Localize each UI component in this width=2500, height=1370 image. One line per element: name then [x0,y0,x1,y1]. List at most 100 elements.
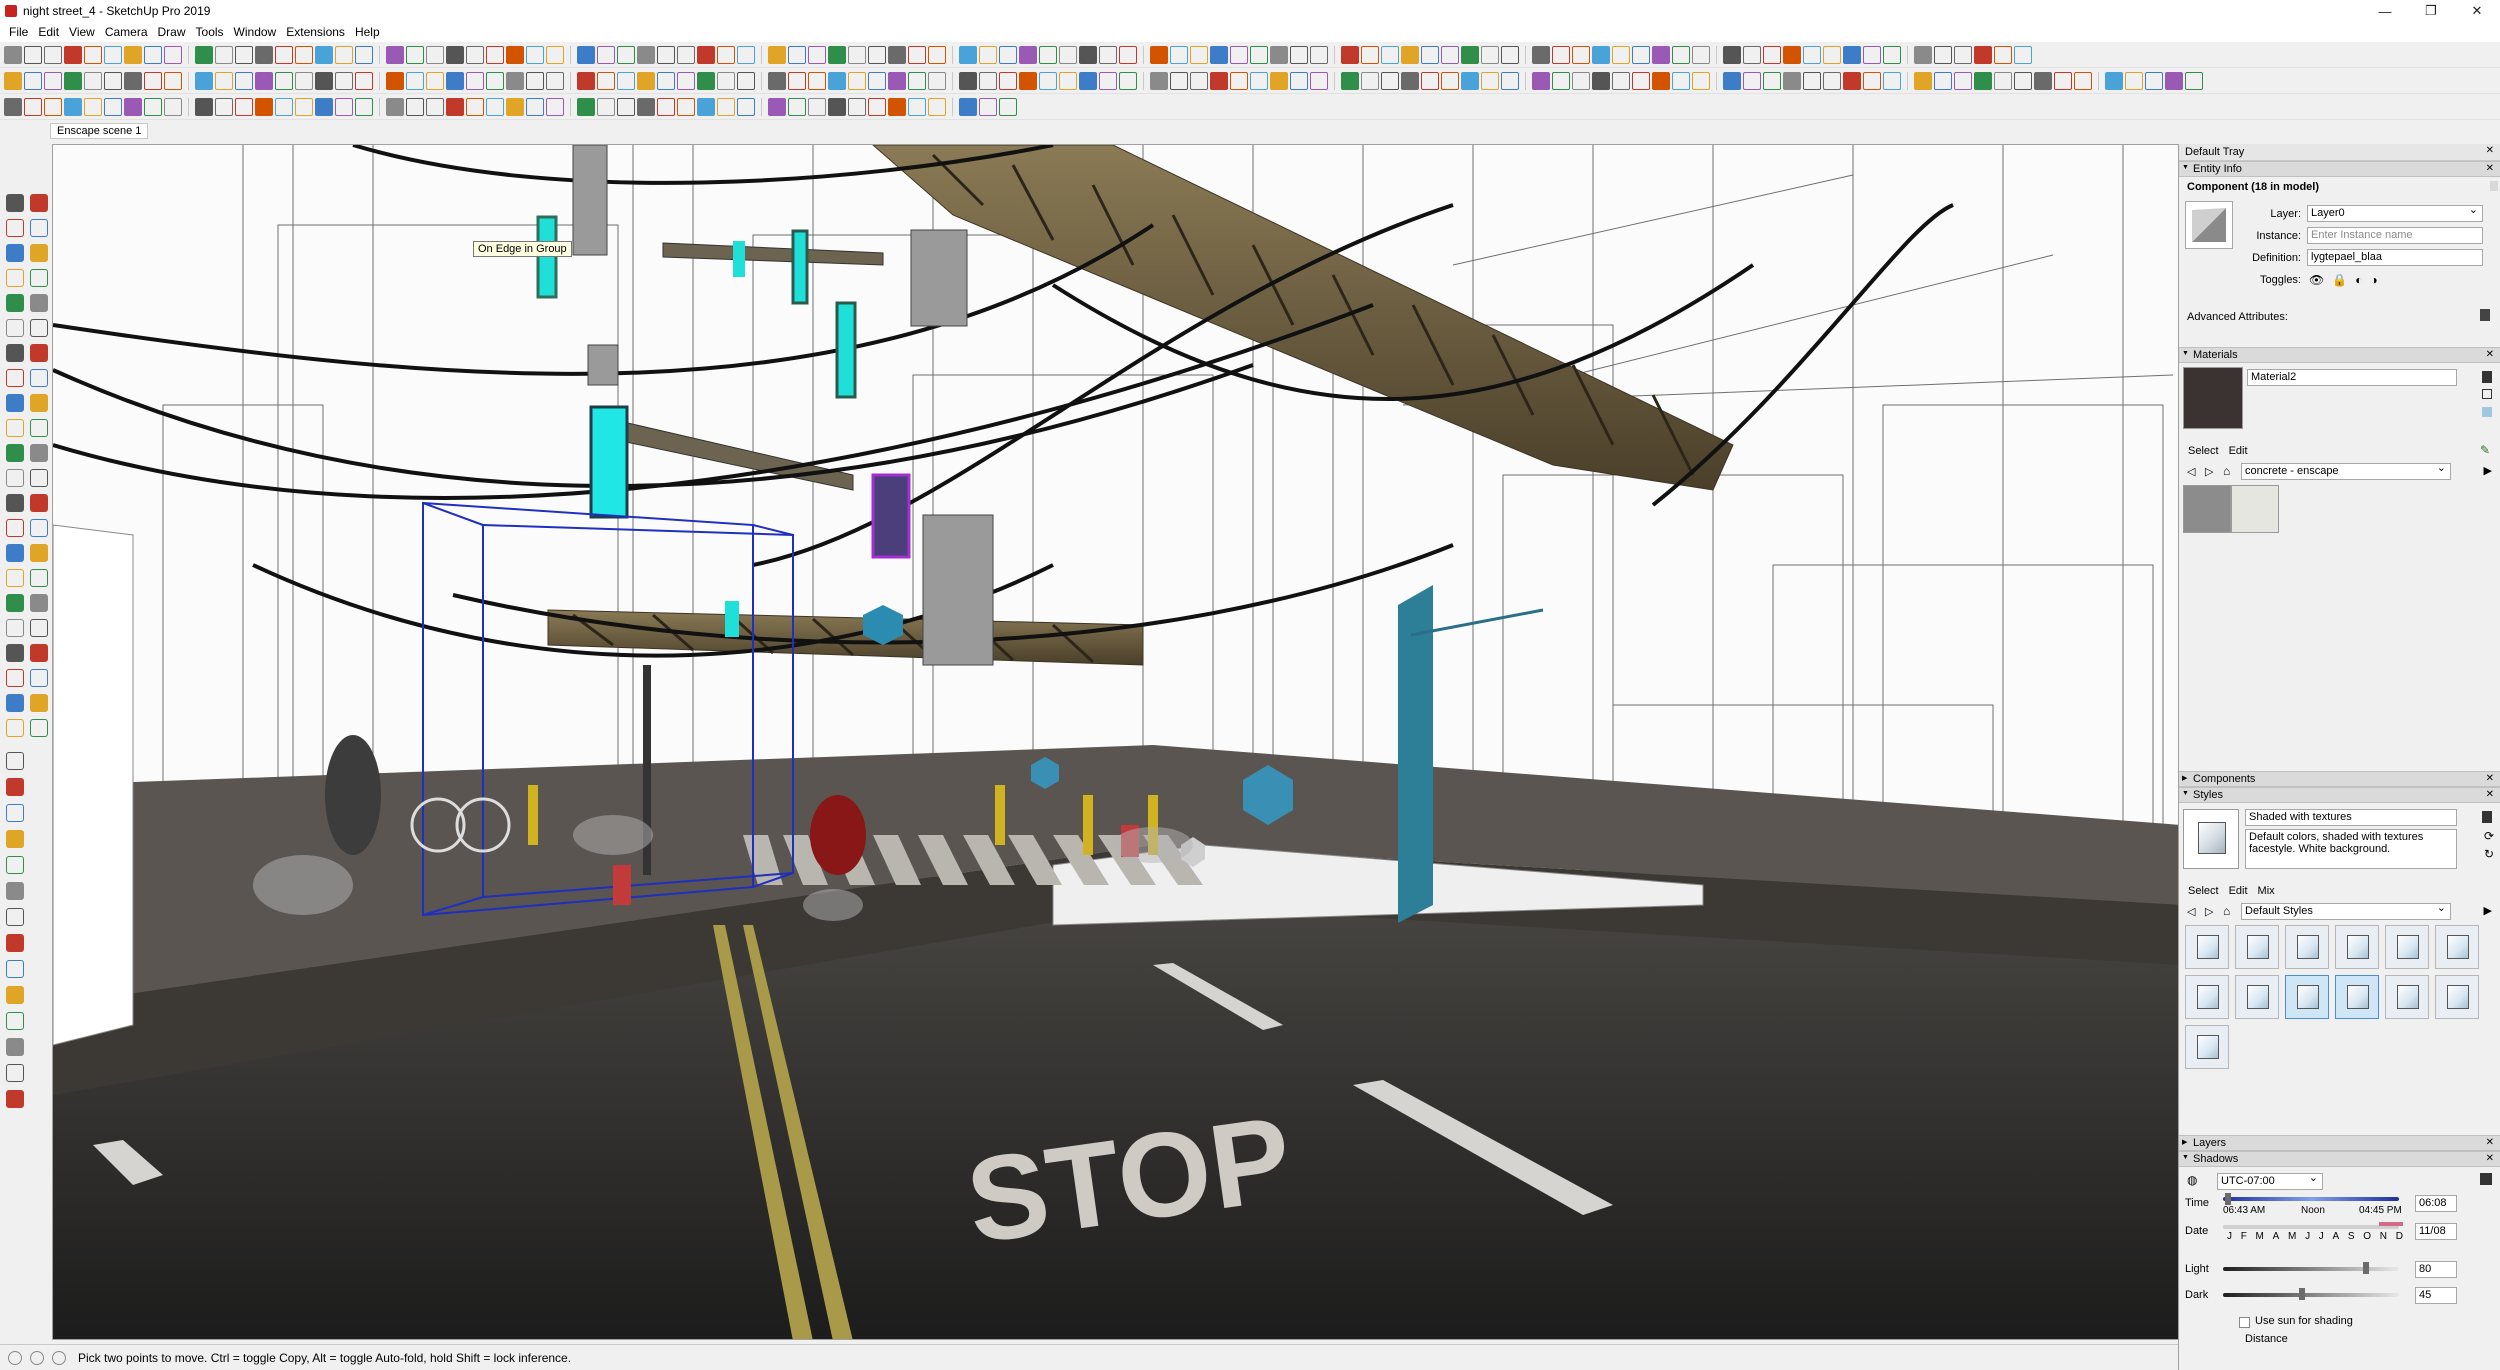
toolbar-tool-icon[interactable] [1532,71,1550,90]
left-tool-icon[interactable] [6,856,24,874]
toolbar-tool-icon[interactable] [355,45,373,64]
toolbar-tool-icon[interactable] [1230,71,1248,90]
toolbar-tool-icon[interactable] [1954,71,1972,90]
close-button[interactable]: ✕ [2454,0,2500,22]
toolbar-tool-icon[interactable] [1210,45,1228,64]
toolbar-tool-icon[interactable] [164,97,182,116]
toolbar-tool-icon[interactable] [2185,71,2203,90]
toolbar-tool-icon[interactable] [164,45,182,64]
toolbar-tool-icon[interactable] [104,71,122,90]
toolbar-tool-icon[interactable] [406,71,424,90]
toolbar-tool-icon[interactable] [788,71,806,90]
date-input[interactable]: 11/08 [2415,1223,2457,1240]
toolbar-tool-icon[interactable] [1401,45,1419,64]
toolbar-tool-icon[interactable] [1421,45,1439,64]
toolbar-tool-icon[interactable] [1843,45,1861,64]
toolbar-tool-icon[interactable] [908,97,926,116]
toolbar-tool-icon[interactable] [868,97,886,116]
toolbar-tool-icon[interactable] [788,97,806,116]
left-tool-icon[interactable] [30,694,48,712]
toolbar-tool-icon[interactable] [1079,45,1097,64]
style-thumbnail[interactable] [2285,925,2329,969]
toolbar-tool-icon[interactable] [215,45,233,64]
toolbar-tool-icon[interactable] [717,97,735,116]
toolbar-tool-icon[interactable] [868,45,886,64]
style-thumbnail[interactable] [2435,925,2479,969]
toolbar-tool-icon[interactable] [1190,45,1208,64]
toolbar-tool-icon[interactable] [215,71,233,90]
toolbar-tool-icon[interactable] [1270,71,1288,90]
toolbar-tool-icon[interactable] [577,71,595,90]
toolbar-tool-icon[interactable] [848,97,866,116]
left-tool-icon[interactable] [6,444,24,462]
toolbar-tool-icon[interactable] [737,97,755,116]
toolbar-tool-icon[interactable] [1532,45,1550,64]
toolbar-tool-icon[interactable] [486,71,504,90]
left-tool-icon[interactable] [30,369,48,387]
toolbar-tool-icon[interactable] [2034,71,2052,90]
left-tool-icon[interactable] [6,752,24,770]
toolbar-tool-icon[interactable] [697,71,715,90]
menu-window[interactable]: Window [229,25,282,39]
toolbar-tool-icon[interactable] [1612,45,1630,64]
toolbar-tool-icon[interactable] [597,71,615,90]
light-slider-thumb[interactable] [2363,1262,2369,1274]
left-tool-icon[interactable] [6,194,24,212]
toolbar-tool-icon[interactable] [1119,45,1137,64]
toolbar-tool-icon[interactable] [144,97,162,116]
left-tool-icon[interactable] [30,219,48,237]
toolbar-tool-icon[interactable] [406,45,424,64]
toolbar-tool-icon[interactable] [1974,71,1992,90]
toolbar-tool-icon[interactable] [466,71,484,90]
date-slider[interactable] [2223,1225,2399,1229]
toolbar-tool-icon[interactable] [446,97,464,116]
toolbar-tool-icon[interactable] [959,45,977,64]
toolbar-tool-icon[interactable] [677,97,695,116]
toolbar-tool-icon[interactable] [1592,71,1610,90]
left-tool-icon[interactable] [6,269,24,287]
toolbar-tool-icon[interactable] [526,97,544,116]
dark-input[interactable]: 45 [2415,1287,2457,1304]
left-tool-icon[interactable] [6,719,24,737]
left-tool-icon[interactable] [6,369,24,387]
toolbar-tool-icon[interactable] [235,97,253,116]
toolbar-tool-icon[interactable] [355,97,373,116]
toolbar-tool-icon[interactable] [617,45,635,64]
style-thumbnail[interactable] [2285,975,2329,1019]
toolbar-tool-icon[interactable] [1501,71,1519,90]
create-material-icon[interactable] [2482,371,2492,383]
toolbar-tool-icon[interactable] [1692,71,1710,90]
left-tool-icon[interactable] [30,269,48,287]
left-tool-icon[interactable] [6,619,24,637]
toolbar-tool-icon[interactable] [446,71,464,90]
materials-edit-tab[interactable]: Edit [2224,445,2253,457]
toolbar-tool-icon[interactable] [1250,71,1268,90]
light-input[interactable]: 80 [2415,1261,2457,1278]
menu-extensions[interactable]: Extensions [281,25,350,39]
toolbar-tool-icon[interactable] [1632,45,1650,64]
toolbar-tool-icon[interactable] [737,71,755,90]
toolbar-tool-icon[interactable] [637,71,655,90]
panel-components-header[interactable]: Components ✕ [2179,771,2500,787]
geo-location-icon[interactable] [8,1350,22,1365]
left-tool-icon[interactable] [6,669,24,687]
instance-name-input[interactable]: Enter Instance name [2307,227,2483,244]
shadow-settings-icon[interactable] [2480,1173,2492,1185]
left-tool-icon[interactable] [6,344,24,362]
toolbar-tool-icon[interactable] [1823,71,1841,90]
toolbar-tool-icon[interactable] [979,97,997,116]
left-tool-icon[interactable] [6,778,24,796]
toolbar-tool-icon[interactable] [868,71,886,90]
toolbar-tool-icon[interactable] [1501,45,1519,64]
toolbar-tool-icon[interactable] [1099,71,1117,90]
toolbar-tool-icon[interactable] [4,45,22,64]
toolbar-tool-icon[interactable] [2014,71,2032,90]
toolbar-tool-icon[interactable] [406,97,424,116]
toolbar-tool-icon[interactable] [999,71,1017,90]
materials-close-icon[interactable]: ✕ [2486,349,2494,360]
toolbar-tool-icon[interactable] [768,97,786,116]
toolbar-tool-icon[interactable] [84,71,102,90]
left-tool-icon[interactable] [30,594,48,612]
toolbar-tool-icon[interactable] [1210,71,1228,90]
toolbar-tool-icon[interactable] [144,71,162,90]
